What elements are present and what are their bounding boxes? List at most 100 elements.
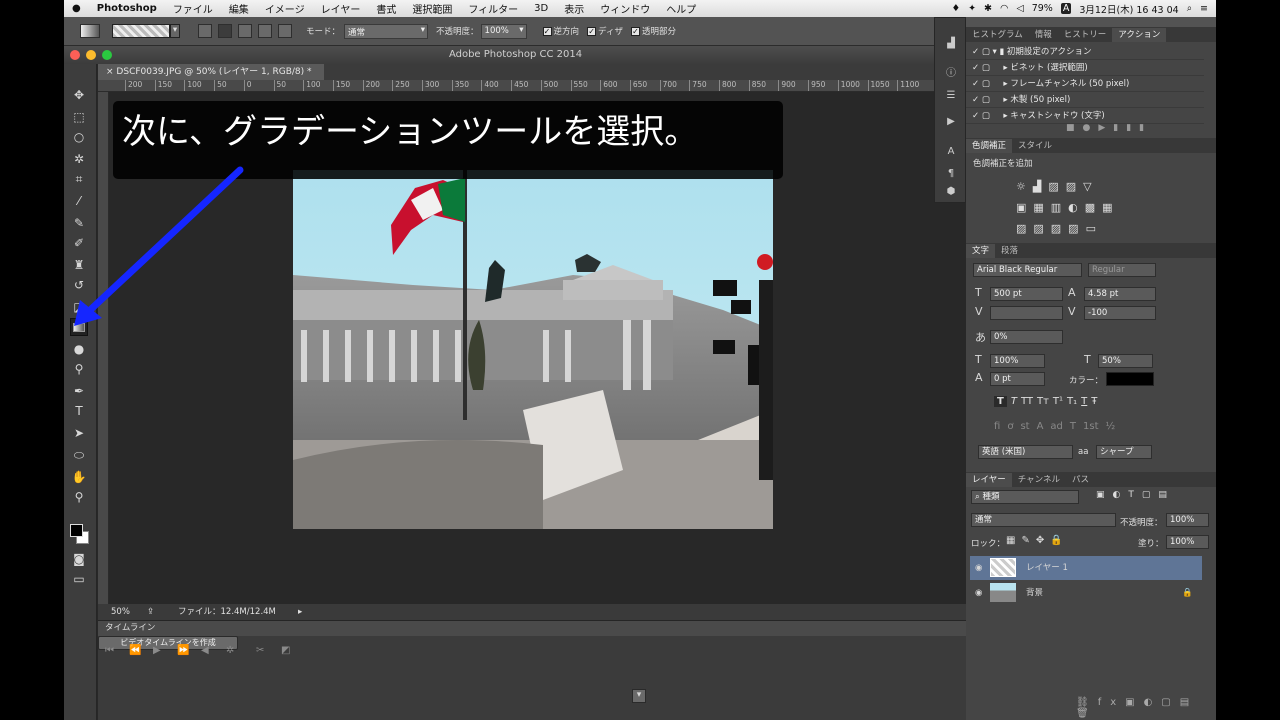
histogram-icon[interactable]: ▟ <box>943 38 959 52</box>
action-row[interactable]: ✓ ▢ ▸ キャストシャドウ (文字) <box>966 108 1204 124</box>
tool-preset-icon[interactable] <box>80 24 100 38</box>
apple-icon[interactable]: ● <box>64 3 89 14</box>
reflected-gradient-button[interactable] <box>258 24 272 38</box>
next-frame-icon[interactable]: ⏩ <box>177 645 189 656</box>
language-select[interactable]: 英語 (米国) <box>978 445 1073 459</box>
titling-button[interactable]: T <box>1070 421 1076 432</box>
action-row[interactable]: ✓ ▢ ▸ 木製 (50 pixel) <box>966 92 1204 108</box>
lock-icons[interactable]: ▦✎✥🔒 <box>1006 535 1069 546</box>
play-icon[interactable]: ▶ <box>153 645 161 656</box>
underline-button[interactable]: T <box>1081 396 1087 407</box>
linear-gradient-button[interactable] <box>198 24 212 38</box>
opentype-buttons[interactable]: fi ơ st A ad T 1st ½ <box>994 421 1115 432</box>
timeline-dropdown-icon[interactable]: ▾ <box>632 689 646 703</box>
angle-gradient-button[interactable] <box>238 24 252 38</box>
action-row[interactable]: ✓ ▢ ▸ ビネット (選択範囲) <box>966 60 1204 76</box>
move-tool-icon[interactable]: ✥ <box>70 86 88 104</box>
battery-level[interactable]: 79% <box>1032 3 1053 14</box>
all-caps-button[interactable]: TT <box>1021 396 1033 407</box>
history-icon[interactable]: ☰ <box>943 90 959 104</box>
menu-window[interactable]: ウィンドウ <box>592 1 658 16</box>
leading-input[interactable]: 4.58 pt <box>1084 287 1156 301</box>
close-tab-icon[interactable]: × <box>106 67 114 77</box>
fractions-button[interactable]: ½ <box>1106 421 1116 432</box>
layer-filter-select[interactable]: ⌕ 種類 <box>971 490 1079 504</box>
tab-styles[interactable]: スタイル <box>1012 139 1058 153</box>
blend-mode-select[interactable]: 通常 <box>971 513 1116 527</box>
visibility-eye-icon[interactable]: ◉ <box>975 556 982 580</box>
menu-file[interactable]: ファイル <box>165 1 221 16</box>
menu-select[interactable]: 選択範囲 <box>404 1 460 16</box>
tab-paths[interactable]: パス <box>1066 473 1095 487</box>
faux-bold-button[interactable]: T <box>994 396 1007 407</box>
action-row[interactable]: ✓ ▢ ▾ ▮ 初期設定のアクション <box>966 44 1204 60</box>
audio-icon[interactable]: ◀ <box>201 645 209 656</box>
clock[interactable]: 3月12日(木) 16 43 04 <box>1079 2 1178 16</box>
split-icon[interactable]: ✂ <box>256 645 264 656</box>
tab-history[interactable]: ヒストリー <box>1058 28 1113 42</box>
subscript-button[interactable]: T₁ <box>1067 396 1077 407</box>
marquee-tool-icon[interactable]: ⬚ <box>70 108 88 126</box>
menu-view[interactable]: 表示 <box>556 1 592 16</box>
layer-row[interactable]: ◉ 背景 🔒 <box>970 581 1202 605</box>
list-icon[interactable]: ≡ <box>1200 3 1208 14</box>
info-icon[interactable]: ⓘ <box>943 64 959 79</box>
faux-italic-button[interactable]: T <box>1011 396 1017 407</box>
font-family-select[interactable]: Arial Black Regular <box>973 263 1082 277</box>
create-video-timeline-button[interactable]: ビデオタイムラインを作成 <box>98 636 238 650</box>
action-row[interactable]: ✓ ▢ ▸ フレームチャンネル (50 pixel) <box>966 76 1204 92</box>
zoom-tool-icon[interactable]: ⚲ <box>70 488 88 506</box>
first-frame-icon[interactable]: ⏮ <box>105 645 114 656</box>
prev-frame-icon[interactable]: ⏪ <box>129 645 141 656</box>
quick-mask-icon[interactable]: ◙ <box>70 550 88 568</box>
tab-channels[interactable]: チャンネル <box>1012 473 1066 487</box>
3d-icon[interactable]: ⬢ <box>943 186 959 200</box>
tab-histogram[interactable]: ヒストグラム <box>966 28 1029 42</box>
horizontal-scale-input[interactable]: 50% <box>1098 354 1153 368</box>
settings-icon[interactable]: ✲ <box>226 645 234 656</box>
tab-actions[interactable]: アクション <box>1112 28 1167 42</box>
radial-gradient-button[interactable] <box>218 24 232 38</box>
wifi-icon[interactable]: ◠ <box>1000 3 1008 14</box>
hand-tool-icon[interactable]: ✋ <box>70 468 88 486</box>
pen-tool-icon[interactable]: ✒ <box>70 382 88 400</box>
small-caps-button[interactable]: Tт <box>1037 396 1049 407</box>
type-tool-icon[interactable]: T <box>70 402 88 420</box>
fill-input[interactable]: 100% <box>1166 535 1209 549</box>
gradient-preview[interactable] <box>112 24 170 38</box>
diamond-gradient-button[interactable] <box>278 24 292 38</box>
document-image[interactable] <box>293 170 773 529</box>
antialias-select[interactable]: シャープ <box>1096 445 1152 459</box>
layer-row-selected[interactable]: ◉ レイヤー 1 <box>970 556 1202 580</box>
dropbox-icon[interactable]: ✦ <box>968 3 976 14</box>
gradient-dropdown-icon[interactable]: ▾ <box>170 24 180 38</box>
tab-character[interactable]: 文字 <box>966 244 996 258</box>
stylistic-button[interactable]: ad <box>1050 421 1062 432</box>
opacity-input[interactable]: 100% <box>480 23 527 39</box>
discretionary-button[interactable]: st <box>1020 421 1029 432</box>
menu-app[interactable]: Photoshop <box>89 3 165 14</box>
ellipse-tool-icon[interactable]: ⬭ <box>70 446 88 464</box>
adjustment-icons[interactable]: ☼▟▨▨▽ ▣▦▥◐▩▦ ▨▨▨▨▭ <box>1016 176 1120 239</box>
zoom-level[interactable]: 50% <box>111 604 130 620</box>
document-tab[interactable]: × DSCF0039.JPG @ 50% (レイヤー 1, RGB/8) * <box>98 64 324 80</box>
search-icon[interactable]: ⌕ <box>1187 3 1192 14</box>
visibility-eye-icon[interactable]: ◉ <box>975 581 982 605</box>
character-icon[interactable]: A <box>943 146 959 160</box>
status-menu-icon[interactable]: ▸ <box>298 604 302 620</box>
transparency-checkbox[interactable]: ✓ <box>630 26 640 36</box>
input-mode[interactable]: A <box>1060 3 1072 14</box>
reverse-checkbox[interactable]: ✓ <box>542 26 552 36</box>
share-icon[interactable]: ⇪ <box>147 604 154 620</box>
type-format-buttons[interactable]: T T TT Tт T¹ T₁ T Ŧ <box>994 396 1097 407</box>
tab-adjustments[interactable]: 色調補正 <box>966 139 1013 153</box>
vertical-scale-input[interactable]: 100% <box>990 354 1045 368</box>
baseline-input[interactable]: 0 pt <box>990 372 1045 386</box>
screen-mode-icon[interactable]: ▭ <box>70 570 88 588</box>
menu-image[interactable]: イメージ <box>257 1 313 16</box>
tab-layers[interactable]: レイヤー <box>966 473 1012 487</box>
layer-opacity-input[interactable]: 100% <box>1166 513 1209 527</box>
dither-checkbox[interactable]: ✓ <box>587 26 597 36</box>
path-selection-tool-icon[interactable]: ➤ <box>70 424 88 442</box>
bluetooth-icon[interactable]: ✱ <box>984 3 992 14</box>
